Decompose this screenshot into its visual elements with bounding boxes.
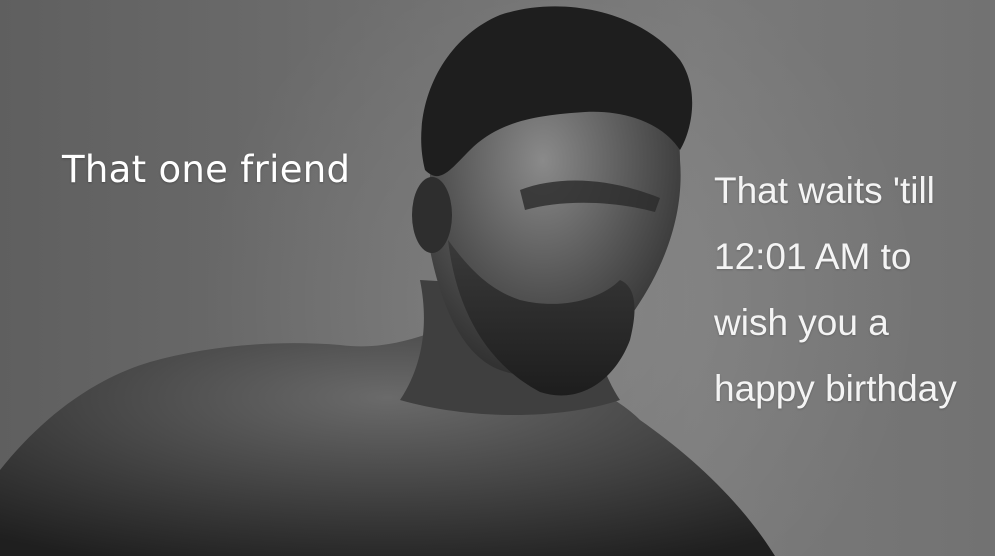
caption-left: That one friend [62,148,351,191]
torso-shape [0,330,775,556]
caption-right-line: 12:01 AM to [714,236,912,277]
caption-right-line: wish you a [714,302,889,343]
caption-right: That waits 'till 12:01 AM to wish you a … [714,158,989,422]
ear-shape [412,177,452,253]
caption-right-line: That waits 'till [714,170,935,211]
caption-right-line: happy birthday [714,368,957,409]
meme-image: That one friend That waits 'till 12:01 A… [0,0,995,556]
